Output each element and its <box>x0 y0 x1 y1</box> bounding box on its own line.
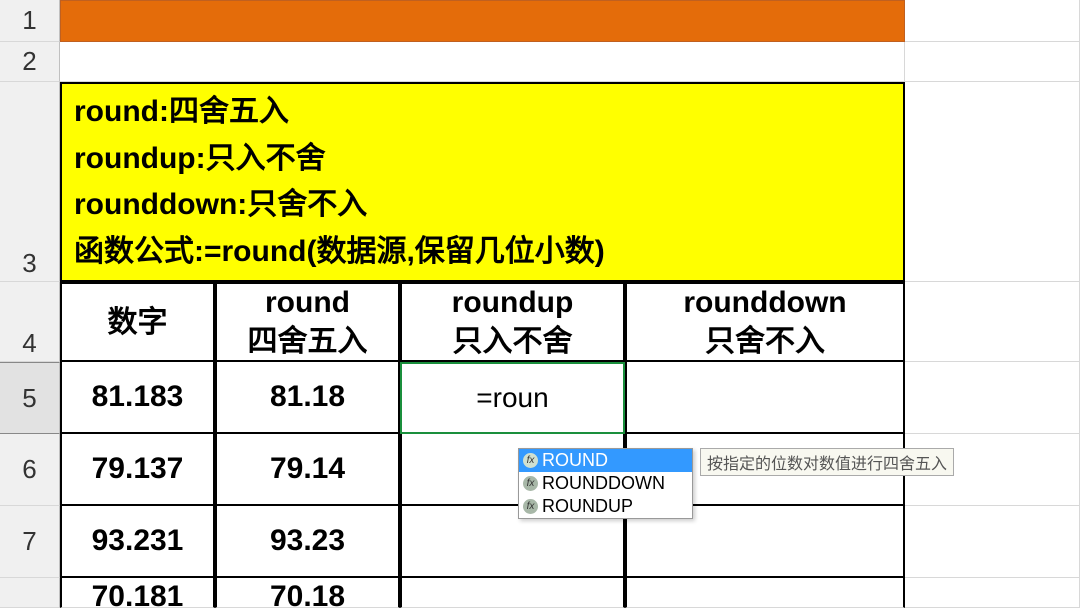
cell-num-5[interactable]: 81.183 <box>60 362 215 434</box>
cell-f7[interactable] <box>905 506 1080 578</box>
cell-b2-merged[interactable] <box>60 42 905 82</box>
header-round-l1: round <box>265 283 350 322</box>
cell-f5[interactable] <box>905 362 1080 434</box>
row-header-2[interactable]: 2 <box>0 42 60 82</box>
autocomplete-item-rounddown[interactable]: fx ROUNDDOWN <box>519 472 692 495</box>
header-number[interactable]: 数字 <box>60 282 215 362</box>
cell-roundup-5-editing[interactable]: =roun <box>400 362 625 434</box>
cell-rounddown-5[interactable] <box>625 362 905 434</box>
header-number-label: 数字 <box>108 303 168 342</box>
header-roundup-l2: 只入不舍 <box>453 322 573 361</box>
row-header-4[interactable]: 4 <box>0 282 60 362</box>
row-header-8[interactable] <box>0 578 60 608</box>
note-line-1: round:四舍五入 <box>74 89 891 136</box>
row-header-1[interactable]: 1 <box>0 0 60 42</box>
header-round-l2: 四舍五入 <box>248 322 368 361</box>
cell-round-7[interactable]: 93.23 <box>215 506 400 578</box>
cell-f1[interactable] <box>905 0 1080 42</box>
autocomplete-item-roundup[interactable]: fx ROUNDUP <box>519 495 692 518</box>
autocomplete-item-round[interactable]: fx ROUND <box>519 449 692 472</box>
function-icon: fx <box>523 476 538 491</box>
row-header-6[interactable]: 6 <box>0 434 60 506</box>
function-icon: fx <box>523 453 538 468</box>
autocomplete-label: ROUNDDOWN <box>542 473 665 494</box>
row-header-3[interactable]: 3 <box>0 82 60 282</box>
cell-b1-merged[interactable] <box>60 0 905 42</box>
cell-round-5[interactable]: 81.18 <box>215 362 400 434</box>
formula-autocomplete: fx ROUND fx ROUNDDOWN fx ROUNDUP <box>518 448 693 519</box>
note-line-3: rounddown:只舍不入 <box>74 182 891 229</box>
formula-input-text: =roun <box>476 382 548 414</box>
row-header-5[interactable]: 5 <box>0 362 60 434</box>
header-rounddown-l2: 只舍不入 <box>705 322 825 361</box>
header-rounddown[interactable]: rounddown 只舍不入 <box>625 282 905 362</box>
cell-roundup-8[interactable] <box>400 578 625 608</box>
header-roundup[interactable]: roundup 只入不舍 <box>400 282 625 362</box>
cell-round-6[interactable]: 79.14 <box>215 434 400 506</box>
autocomplete-label: ROUND <box>542 450 608 471</box>
cell-num-7[interactable]: 93.231 <box>60 506 215 578</box>
note-line-4: 函数公式:=round(数据源,保留几位小数) <box>74 229 891 276</box>
function-tooltip: 按指定的位数对数值进行四舍五入 <box>700 448 954 476</box>
header-round[interactable]: round 四舍五入 <box>215 282 400 362</box>
cell-f8[interactable] <box>905 578 1080 608</box>
cell-rounddown-8[interactable] <box>625 578 905 608</box>
cell-num-6[interactable]: 79.137 <box>60 434 215 506</box>
row-header-7[interactable]: 7 <box>0 506 60 578</box>
header-roundup-l1: roundup <box>452 283 574 322</box>
cell-num-8[interactable]: 70.181 <box>60 578 215 608</box>
header-rounddown-l1: rounddown <box>683 283 846 322</box>
cell-f3[interactable] <box>905 82 1080 282</box>
cell-f2[interactable] <box>905 42 1080 82</box>
autocomplete-label: ROUNDUP <box>542 496 633 517</box>
cell-round-8[interactable]: 70.18 <box>215 578 400 608</box>
notes-block[interactable]: round:四舍五入 roundup:只入不舍 rounddown:只舍不入 函… <box>60 82 905 282</box>
note-line-2: roundup:只入不舍 <box>74 136 891 183</box>
cell-f4[interactable] <box>905 282 1080 362</box>
function-icon: fx <box>523 499 538 514</box>
